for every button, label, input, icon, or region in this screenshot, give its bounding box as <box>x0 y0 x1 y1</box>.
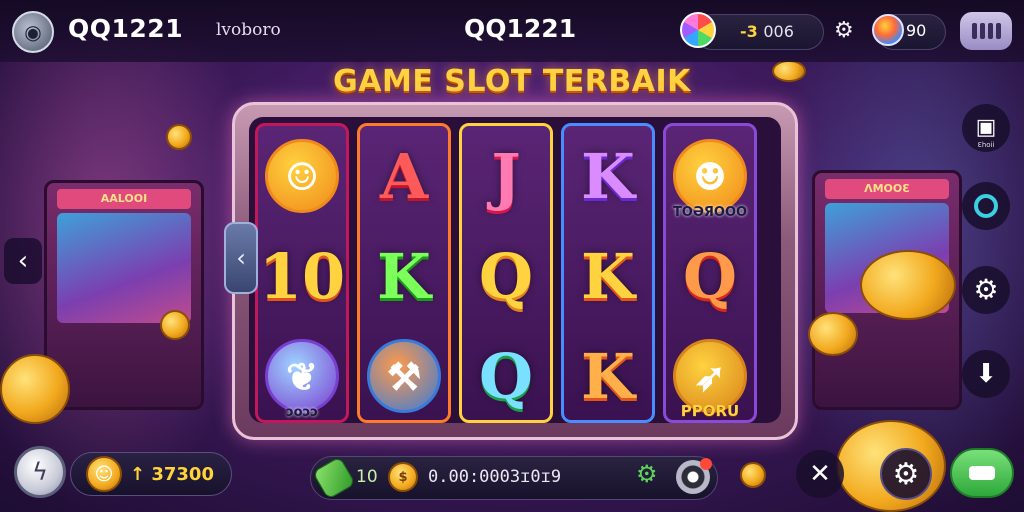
auto-spin-gear-icon[interactable]: ⚙ <box>636 462 658 486</box>
download-button[interactable]: ⬇ <box>962 350 1010 398</box>
arcade-cabinet-left: AALOOI <box>44 180 204 410</box>
arcade-screen <box>57 213 191 323</box>
slot-symbol: K <box>581 139 635 213</box>
down-arrow-icon: ⬇ <box>975 359 997 389</box>
arcade-sign: ΛMOOƐ <box>825 179 949 199</box>
slot-symbol: K <box>377 239 431 313</box>
slot-symbol: Q <box>478 339 533 413</box>
win-amount: ↑ 37300 <box>130 464 214 485</box>
player-level: 90 <box>906 21 927 40</box>
turbo-lightning-button[interactable]: ϟ <box>14 446 66 498</box>
game-title: GAME SLOT TERBAIK <box>333 64 691 99</box>
gold-coin-decoration <box>0 354 70 424</box>
lightning-icon: ϟ <box>32 458 48 486</box>
slot-symbol: 10 <box>258 239 346 313</box>
lucky-wheel-icon[interactable] <box>680 12 716 48</box>
gear-icon: ⚙ <box>892 456 920 492</box>
slot-symbol: ⚒ <box>360 326 448 426</box>
reels-window: ☺ 10 ❦ ɔoɔɔ A K ⚒ J Q Q K K K ☻ TOƏЯOOO Q ➶ PPORU <box>249 117 781 423</box>
gold-coin-decoration <box>808 312 858 356</box>
reel-5: ☻ TOƏЯOOO Q ➶ PPORU <box>663 123 757 423</box>
jackpot-emblem-icon: ☻ <box>673 139 747 213</box>
brand-tagline: lvoboro <box>216 20 281 40</box>
reel-1: ☺ 10 ❦ ɔoɔɔ <box>255 123 349 423</box>
camera-caption: Ɛhoii <box>977 141 995 149</box>
magic-wand-icon: ⚒ <box>367 339 441 413</box>
previous-game-arrow-icon[interactable]: ‹ <box>4 238 42 284</box>
arcade-sign: AALOOI <box>57 189 191 209</box>
credits-readout: 0.00:0003ɪ0ɪ9 <box>428 467 562 487</box>
reel-2: A K ⚒ <box>357 123 451 423</box>
lion-coin-icon: ☺ <box>86 456 122 492</box>
bet-value: 10 <box>356 467 378 487</box>
circle-toggle-button[interactable] <box>962 182 1010 230</box>
ring-icon <box>974 194 998 218</box>
symbol-label: PPORU <box>680 402 740 420</box>
record-button[interactable] <box>676 458 712 494</box>
symbol-label: TOƏЯOOO <box>672 205 748 220</box>
reel-3: JQQ <box>459 123 553 423</box>
notification-dot <box>700 458 712 470</box>
slot-symbol: ❦ ɔoɔɔ <box>258 326 346 426</box>
menu-bars-button[interactable] <box>960 12 1012 50</box>
center-brand-name: QQ1221 <box>464 14 577 43</box>
slot-symbol: Q <box>682 239 737 313</box>
slot-symbol: Q <box>478 239 533 313</box>
coin-chip-icon[interactable]: $ <box>388 462 418 492</box>
tools-button[interactable]: ✕ <box>796 450 844 498</box>
gold-coin-decoration <box>740 462 766 488</box>
top-settings-gear-icon[interactable]: ⚙ <box>834 20 854 42</box>
side-settings-button[interactable]: ⚙ <box>962 266 1010 314</box>
slot-symbol: K <box>581 339 635 413</box>
play-icon <box>969 466 995 480</box>
slot-symbol: A <box>379 139 429 213</box>
spin-play-button[interactable] <box>950 448 1014 498</box>
reel-4: KKK <box>561 123 655 423</box>
reel-chevron-left-icon[interactable]: ‹ <box>224 222 258 294</box>
slot-machine-frame: ☺ 10 ❦ ɔoɔɔ A K ⚒ J Q Q K K K ☻ TOƏЯOOO Q ➶ PPORU <box>232 102 798 440</box>
slot-symbol: ➶ PPORU <box>666 326 754 426</box>
sun-face-icon: ☺ <box>265 139 339 213</box>
slot-symbol: K <box>581 239 635 313</box>
camera-button[interactable]: ▣ Ɛhoii <box>962 104 1010 152</box>
camera-icon: ▣ <box>975 115 997 140</box>
slot-symbol: ☺ <box>258 126 346 226</box>
slot-symbol: J <box>491 139 521 213</box>
gold-coin-decoration <box>166 124 192 150</box>
profile-logo-icon[interactable]: ◉ <box>12 11 54 53</box>
slot-symbol: ☻ TOƏЯOOO <box>666 126 754 226</box>
balance-value: -3 006 <box>740 22 794 41</box>
brand-name: QQ1221 <box>68 14 184 43</box>
crossed-tools-icon: ✕ <box>809 459 831 489</box>
gold-coin-decoration <box>860 250 956 320</box>
settings-button[interactable]: ⚙ <box>880 448 932 500</box>
fruit-badge-icon: ❦ <box>265 339 339 413</box>
gear-icon: ⚙ <box>973 273 999 306</box>
gold-coin-decoration <box>160 310 190 340</box>
player-avatar-icon[interactable] <box>872 14 904 46</box>
symbol-label: ɔoɔɔ <box>285 405 319 420</box>
